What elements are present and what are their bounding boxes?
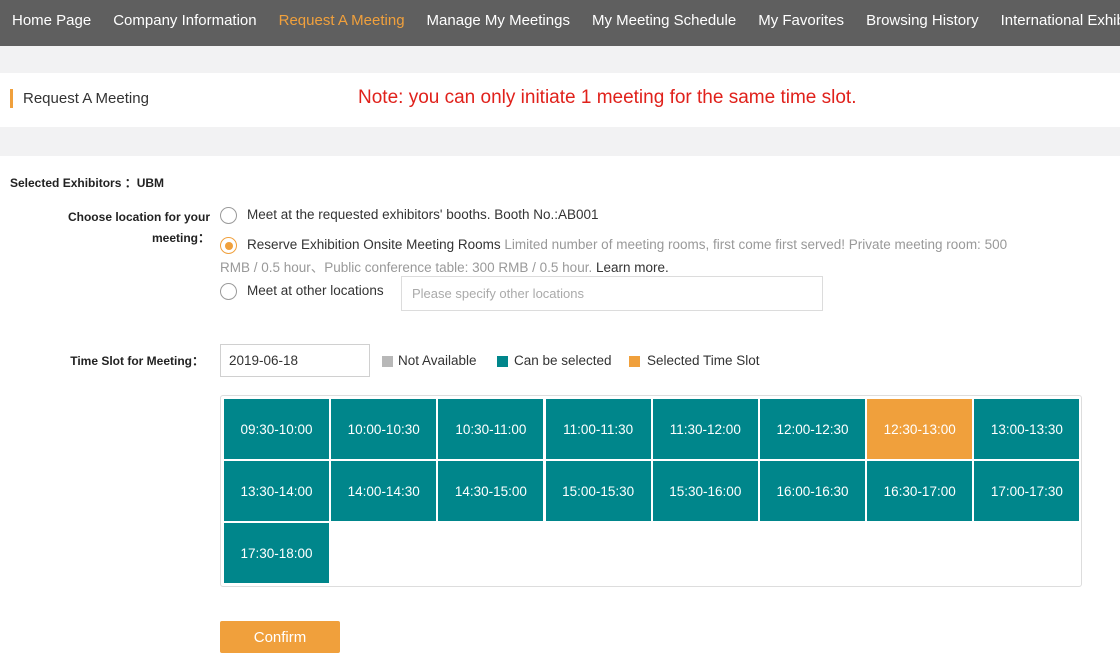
location-label-line-1: Choose location for your (67, 210, 210, 224)
time-slot-1400-1430[interactable]: 14:00-14:30 (331, 461, 437, 521)
option-rooms-line: Reserve Exhibition Onsite Meeting Rooms … (247, 237, 1007, 252)
spacer-band (0, 46, 1120, 73)
option-rooms-info: Limited number of meeting rooms, first c… (504, 237, 1008, 252)
radio-other-locations[interactable] (220, 283, 237, 300)
meeting-note: Note: you can only initiate 1 meeting fo… (358, 87, 857, 108)
nav-manage-my-meetings[interactable]: Manage My Meetings (416, 0, 581, 44)
nav-international-exhibitors[interactable]: International Exhibitors (990, 0, 1120, 44)
selected-swatch (629, 356, 640, 367)
nav-home-page[interactable]: Home Page (1, 0, 102, 44)
legend-can-select: Can be selected (514, 353, 612, 368)
date-field[interactable] (220, 344, 370, 377)
selected-exhibitors: Selected Exhibitors ：UBM (10, 176, 165, 190)
time-slot-1500-1530[interactable]: 15:00-15:30 (545, 461, 651, 521)
nav-my-meeting-schedule[interactable]: My Meeting Schedule (581, 0, 747, 44)
location-label: Choose location for your meeting： (40, 207, 210, 249)
time-slot-1600-1630[interactable]: 16:00-16:30 (760, 461, 865, 521)
option-rooms-label[interactable]: Reserve Exhibition Onsite Meeting Rooms (247, 237, 501, 252)
not-available-swatch (382, 356, 393, 367)
option-rooms-pricing: RMB / 0.5 hour、Public conference table: … (220, 260, 593, 275)
time-slot-1130-1200[interactable]: 11:30-12:00 (652, 399, 758, 459)
top-navigation: Home Page Company Information Request A … (0, 0, 1120, 46)
nav-request-a-meeting[interactable]: Request A Meeting (268, 0, 416, 44)
legend-selected: Selected Time Slot (647, 353, 760, 368)
time-slot-1430-1500[interactable]: 14:30-15:00 (438, 461, 544, 521)
nav-company-information[interactable]: Company Information (102, 0, 267, 44)
time-slot-1000-1030[interactable]: 10:00-10:30 (331, 399, 437, 459)
time-slot-1230-1300[interactable]: 12:30-13:00 (867, 399, 973, 459)
time-slot-1530-1600[interactable]: 15:30-16:00 (652, 461, 758, 521)
time-slot-1700-1730[interactable]: 17:00-17:30 (974, 461, 1080, 521)
can-select-swatch (497, 356, 508, 367)
time-slot-1330-1400[interactable]: 13:30-14:00 (224, 461, 329, 521)
option-other-label[interactable]: Meet at other locations (247, 283, 384, 298)
time-slot-grid: 09:30-10:00 10:00-10:30 10:30-11:00 11:00-1… (220, 395, 1082, 587)
time-slot-0930-1000[interactable]: 09:30-10:00 (224, 399, 329, 459)
time-slot-1030-1100[interactable]: 10:30-11:00 (438, 399, 544, 459)
nav-my-favorites[interactable]: My Favorites (747, 0, 855, 44)
option-booth-label[interactable]: Meet at the requested exhibitors' booths… (247, 207, 599, 222)
page-heading: Request A Meeting Note: you can only ini… (0, 73, 1120, 127)
time-slot-1630-1700[interactable]: 16:30-17:00 (867, 461, 973, 521)
legend-not-available: Not Available (398, 353, 477, 368)
time-slot-1200-1230[interactable]: 12:00-12:30 (760, 399, 865, 459)
learn-more-link[interactable]: Learn more. (596, 260, 669, 275)
spacer-band (0, 127, 1120, 156)
nav-browsing-history[interactable]: Browsing History (855, 0, 990, 44)
time-slot-1100-1130[interactable]: 11:00-11:30 (545, 399, 651, 459)
radio-booth[interactable] (220, 207, 237, 224)
page-title: Request A Meeting (23, 90, 149, 107)
radio-meeting-rooms[interactable] (220, 237, 237, 254)
time-slot-label: Time Slot for Meeting： (70, 354, 204, 368)
time-slot-1730-1800[interactable]: 17:30-18:00 (224, 523, 329, 583)
heading-accent-bar (10, 89, 13, 108)
confirm-button[interactable]: Confirm (220, 621, 340, 653)
location-label-line-2: meeting： (151, 231, 210, 245)
time-slot-1300-1330[interactable]: 13:00-13:30 (974, 399, 1080, 459)
other-location-input[interactable] (401, 276, 823, 311)
option-rooms-info-wrap: RMB / 0.5 hour、Public conference table: … (220, 256, 669, 276)
